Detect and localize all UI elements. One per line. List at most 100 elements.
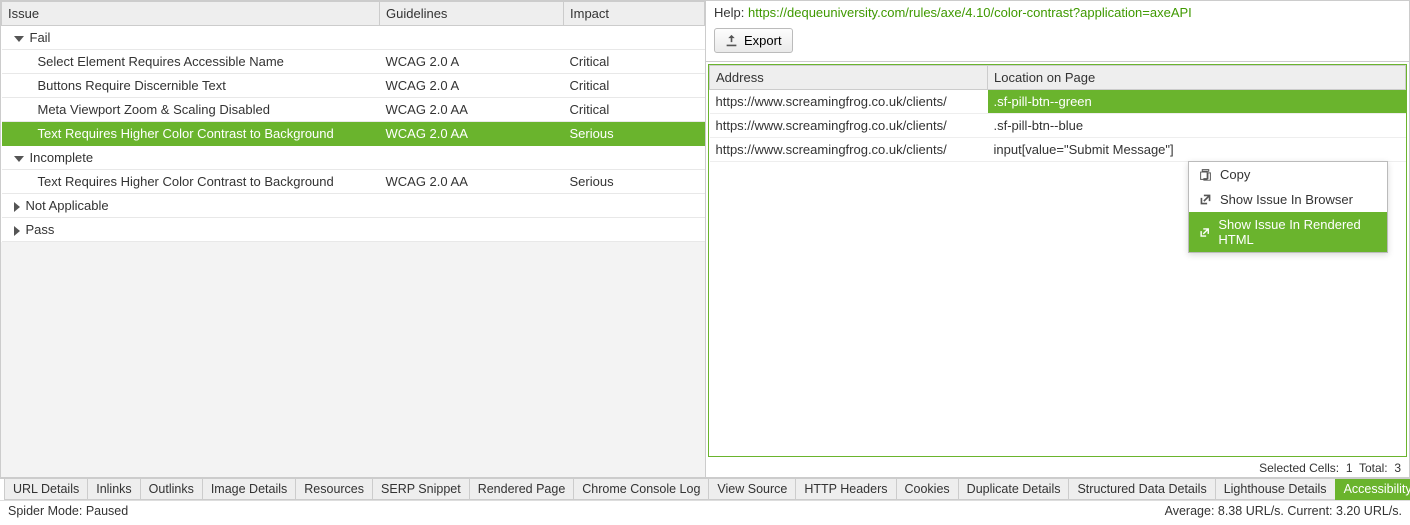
tab-rendered-page[interactable]: Rendered Page bbox=[469, 479, 575, 500]
issue-row[interactable]: Meta Viewport Zoom & Scaling Disabled WCA… bbox=[2, 98, 705, 122]
tab-structured-data-details[interactable]: Structured Data Details bbox=[1068, 479, 1215, 500]
address-cell: https://www.screamingfrog.co.uk/clients/ bbox=[710, 114, 988, 138]
selected-cells-label: Selected Cells: bbox=[1259, 461, 1339, 475]
guidelines-cell: WCAG 2.0 AA bbox=[380, 98, 564, 122]
issues-panel: Issue Guidelines Impact Fail Select Eleme… bbox=[1, 1, 706, 477]
tab-inlinks[interactable]: Inlinks bbox=[87, 479, 140, 500]
tab-image-details[interactable]: Image Details bbox=[202, 479, 296, 500]
context-menu-show-browser[interactable]: Show Issue In Browser bbox=[1189, 187, 1387, 212]
impact-cell: Critical bbox=[564, 74, 705, 98]
location-row[interactable]: https://www.screamingfrog.co.uk/clients/… bbox=[710, 90, 1406, 114]
issue-label: Meta Viewport Zoom & Scaling Disabled bbox=[38, 102, 270, 117]
address-cell: https://www.screamingfrog.co.uk/clients/ bbox=[710, 138, 988, 162]
help-label: Help: bbox=[714, 5, 744, 20]
tab-outlinks[interactable]: Outlinks bbox=[140, 479, 203, 500]
impact-cell bbox=[564, 218, 705, 242]
copy-icon bbox=[1199, 168, 1212, 181]
impact-cell bbox=[564, 194, 705, 218]
tab-accessibility-details[interactable]: Accessibility Details bbox=[1335, 479, 1410, 500]
upload-icon bbox=[725, 34, 738, 47]
guidelines-cell: WCAG 2.0 AA bbox=[380, 170, 564, 194]
export-row: Export bbox=[706, 24, 1409, 62]
issue-group-row[interactable]: Not Applicable bbox=[2, 194, 705, 218]
tab-view-source[interactable]: View Source bbox=[708, 479, 796, 500]
location-cell: .sf-pill-btn--blue bbox=[988, 114, 1406, 138]
issue-label: Fail bbox=[30, 30, 51, 45]
issues-empty-area bbox=[1, 242, 705, 477]
issue-label: Text Requires Higher Color Contrast to B… bbox=[38, 174, 334, 189]
crawl-speed-status: Average: 8.38 URL/s. Current: 3.20 URL/s… bbox=[1165, 504, 1402, 518]
guidelines-cell bbox=[380, 218, 564, 242]
address-cell: https://www.screamingfrog.co.uk/clients/ bbox=[710, 90, 988, 114]
issues-table: Issue Guidelines Impact Fail Select Eleme… bbox=[1, 1, 705, 242]
issue-group-row[interactable]: Fail bbox=[2, 26, 705, 50]
location-row[interactable]: https://www.screamingfrog.co.uk/clients/… bbox=[710, 138, 1406, 162]
export-button[interactable]: Export bbox=[714, 28, 793, 53]
tab-chrome-console-log[interactable]: Chrome Console Log bbox=[573, 479, 709, 500]
details-panel: Help: https://dequeuniversity.com/rules/… bbox=[706, 1, 1409, 477]
context-menu-copy[interactable]: Copy bbox=[1189, 162, 1387, 187]
issue-label: Incomplete bbox=[30, 150, 94, 165]
total-label: Total: bbox=[1359, 461, 1388, 475]
cm-label: Show Issue In Browser bbox=[1220, 192, 1353, 207]
selected-cells-value: 1 bbox=[1346, 461, 1353, 475]
tab-serp-snippet[interactable]: SERP Snippet bbox=[372, 479, 470, 500]
col-location[interactable]: Location on Page bbox=[988, 66, 1406, 90]
location-cell: .sf-pill-btn--green bbox=[988, 90, 1406, 114]
issue-row[interactable]: Text Requires Higher Color Contrast to B… bbox=[2, 122, 705, 146]
col-address[interactable]: Address bbox=[710, 66, 988, 90]
guidelines-cell: WCAG 2.0 A bbox=[380, 74, 564, 98]
col-issue[interactable]: Issue bbox=[2, 2, 380, 26]
tab-http-headers[interactable]: HTTP Headers bbox=[795, 479, 896, 500]
guidelines-cell bbox=[380, 26, 564, 50]
tab-resources[interactable]: Resources bbox=[295, 479, 373, 500]
detail-tabs: URL DetailsInlinksOutlinksImage DetailsR… bbox=[0, 478, 1410, 500]
cm-label: Show Issue In Rendered HTML bbox=[1218, 217, 1377, 247]
external-link-icon bbox=[1199, 226, 1210, 239]
col-impact[interactable]: Impact bbox=[564, 2, 705, 26]
external-link-icon bbox=[1199, 193, 1212, 206]
chevron-down-icon[interactable] bbox=[14, 36, 24, 42]
chevron-right-icon[interactable] bbox=[14, 226, 20, 236]
status-bar: Spider Mode: Paused Average: 8.38 URL/s.… bbox=[0, 500, 1410, 521]
issue-label: Pass bbox=[26, 222, 55, 237]
chevron-down-icon[interactable] bbox=[14, 156, 24, 162]
stats-row: Selected Cells: 1 Total: 3 bbox=[706, 459, 1409, 477]
chevron-right-icon[interactable] bbox=[14, 202, 20, 212]
impact-cell bbox=[564, 146, 705, 170]
issue-label: Select Element Requires Accessible Name bbox=[38, 54, 284, 69]
context-menu: Copy Show Issue In Browser Show Issue In… bbox=[1188, 161, 1388, 253]
context-menu-show-rendered[interactable]: Show Issue In Rendered HTML bbox=[1189, 212, 1387, 252]
help-row: Help: https://dequeuniversity.com/rules/… bbox=[706, 1, 1409, 24]
issue-group-row[interactable]: Pass bbox=[2, 218, 705, 242]
guidelines-cell bbox=[380, 194, 564, 218]
issue-label: Buttons Require Discernible Text bbox=[38, 78, 226, 93]
export-label: Export bbox=[744, 33, 782, 48]
issue-row[interactable]: Buttons Require Discernible Text WCAG 2.0… bbox=[2, 74, 705, 98]
locations-table: Address Location on Page https://www.scr… bbox=[709, 65, 1406, 162]
total-value: 3 bbox=[1394, 461, 1401, 475]
tab-duplicate-details[interactable]: Duplicate Details bbox=[958, 479, 1070, 500]
locations-table-wrap: Address Location on Page https://www.scr… bbox=[708, 64, 1407, 457]
impact-cell: Serious bbox=[564, 122, 705, 146]
impact-cell: Critical bbox=[564, 50, 705, 74]
issue-label: Not Applicable bbox=[26, 198, 109, 213]
location-row[interactable]: https://www.screamingfrog.co.uk/clients/… bbox=[710, 114, 1406, 138]
tab-cookies[interactable]: Cookies bbox=[896, 479, 959, 500]
impact-cell: Serious bbox=[564, 170, 705, 194]
tab-lighthouse-details[interactable]: Lighthouse Details bbox=[1215, 479, 1336, 500]
help-link[interactable]: https://dequeuniversity.com/rules/axe/4.… bbox=[748, 5, 1192, 20]
spider-mode-status: Spider Mode: Paused bbox=[8, 504, 128, 518]
impact-cell bbox=[564, 26, 705, 50]
issue-label: Text Requires Higher Color Contrast to B… bbox=[38, 126, 334, 141]
cm-label: Copy bbox=[1220, 167, 1250, 182]
impact-cell: Critical bbox=[564, 98, 705, 122]
guidelines-cell: WCAG 2.0 A bbox=[380, 50, 564, 74]
col-guidelines[interactable]: Guidelines bbox=[380, 2, 564, 26]
issue-group-row[interactable]: Incomplete bbox=[2, 146, 705, 170]
guidelines-cell bbox=[380, 146, 564, 170]
tab-url-details[interactable]: URL Details bbox=[4, 479, 88, 500]
guidelines-cell: WCAG 2.0 AA bbox=[380, 122, 564, 146]
issue-row[interactable]: Text Requires Higher Color Contrast to B… bbox=[2, 170, 705, 194]
issue-row[interactable]: Select Element Requires Accessible Name W… bbox=[2, 50, 705, 74]
